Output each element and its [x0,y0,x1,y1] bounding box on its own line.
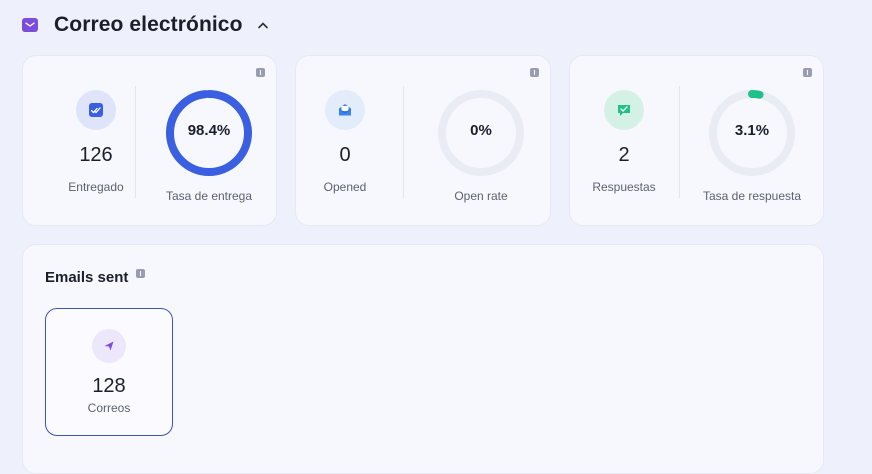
divider [135,86,136,198]
open-rate-label: Open rate [454,189,508,203]
divider [679,86,680,198]
emails-sent-tile[interactable]: 128 Correos [45,308,173,436]
reply-rate-value: 3.1% [734,122,770,139]
open-envelope-icon [325,90,365,130]
open-rate-value: 0% [470,122,492,139]
opened-count: 0 [339,144,351,166]
info-icon[interactable] [530,68,539,77]
section-header: Correo electrónico [22,10,269,40]
replies-label: Respuestas [592,180,656,194]
replies-count: 2 [618,144,630,166]
delivery-rate-gauge: 98.4% Tasa de entrega [142,87,276,203]
delivered-card: 126 Entregado 98.4% Tasa de entrega [22,55,277,226]
emails-sent-title: Emails sent [45,269,146,286]
page-title: Correo electrónico [54,13,243,36]
emails-sent-count: 128 [92,375,126,397]
replies-stat: 2 Respuestas [569,90,679,194]
open-rate-gauge: 0% Open rate [414,87,548,203]
info-icon[interactable] [256,68,265,77]
delivery-rate-label: Tasa de entrega [165,189,253,203]
emails-sent-panel: Emails sent 128 Correos [22,244,824,474]
info-icon[interactable] [136,269,146,278]
delivery-rate-value: 98.4% [187,122,231,139]
opened-stat: 0 Opened [290,90,400,194]
emails-sent-title-text: Emails sent [45,269,129,286]
divider [403,86,404,198]
chevron-up-icon[interactable] [257,21,269,29]
info-icon[interactable] [803,68,812,77]
reply-rate-gauge: 3.1% Tasa de respuesta [685,87,819,203]
mail-icon [22,18,38,32]
reply-rate-label: Tasa de respuesta [702,189,802,203]
double-check-icon [76,90,116,130]
opened-card: 0 Opened 0% Open rate [295,55,551,226]
emails-sent-label: Correos [87,401,131,415]
opened-label: Opened [323,180,367,194]
send-icon [92,329,126,363]
replies-card: 2 Respuestas 3.1% Tasa de respuesta [569,55,824,226]
reply-chat-icon [604,90,644,130]
